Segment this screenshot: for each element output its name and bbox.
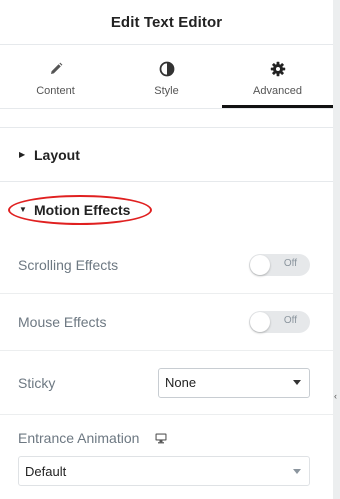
scrolling-effects-label: Scrolling Effects [18, 257, 119, 273]
entrance-animation-label-line: Entrance Animation [18, 427, 310, 449]
scrolling-effects-toggle[interactable]: Off [249, 254, 310, 276]
tab-advanced[interactable]: Advanced [222, 45, 333, 108]
chevron-down-icon [293, 468, 301, 474]
caret-down-icon: ▼ [19, 205, 27, 214]
section-layout-title: Layout [34, 146, 80, 163]
pencil-icon [47, 60, 65, 78]
scrolling-effects-toggle-text: Off [283, 258, 297, 269]
sticky-row: Sticky None [0, 351, 333, 415]
panel-title: Edit Text Editor [110, 13, 223, 31]
tab-advanced-label: Advanced [253, 85, 302, 97]
entrance-animation-select-value: Default [25, 463, 67, 479]
entrance-animation-label: Entrance Animation [18, 430, 140, 446]
caret-right-icon: ▶ [19, 150, 26, 159]
editor-panel: Edit Text Editor Content Style Advanced … [0, 0, 333, 499]
section-motion-effects-header[interactable]: ▼ Motion Effects [0, 182, 333, 237]
tab-content[interactable]: Content [0, 45, 111, 108]
section-motion-effects-title: Motion Effects [34, 201, 131, 218]
mouse-effects-toggle[interactable]: Off [249, 311, 310, 333]
entrance-animation-select[interactable]: Default [18, 456, 310, 486]
chevron-down-icon [293, 380, 301, 385]
toggle-knob [250, 255, 270, 275]
scrolling-effects-row: Scrolling Effects Off [0, 237, 333, 294]
tab-content-label: Content [36, 85, 75, 97]
section-layout-header[interactable]: ▶ Layout [0, 127, 333, 182]
sticky-select-value: None [165, 375, 197, 390]
tab-bar: Content Style Advanced [0, 45, 333, 109]
tab-style[interactable]: Style [111, 45, 222, 108]
collapse-panel-icon[interactable]: ‹ [334, 391, 340, 401]
mouse-effects-row: Mouse Effects Off [0, 294, 333, 351]
mouse-effects-toggle-text: Off [283, 315, 297, 326]
gear-icon [269, 60, 287, 78]
tabs-spacer [0, 109, 333, 127]
half-circle-icon [158, 60, 176, 78]
entrance-animation-row: Entrance Animation Default [0, 415, 333, 486]
mouse-effects-label: Mouse Effects [18, 314, 107, 330]
sticky-label: Sticky [18, 374, 56, 391]
panel-scrollbar[interactable] [333, 0, 340, 499]
desktop-monitor-icon[interactable] [155, 432, 167, 444]
panel-header: Edit Text Editor [0, 0, 333, 45]
toggle-knob [250, 312, 270, 332]
tab-style-label: Style [154, 85, 179, 97]
sticky-select[interactable]: None [158, 367, 310, 398]
